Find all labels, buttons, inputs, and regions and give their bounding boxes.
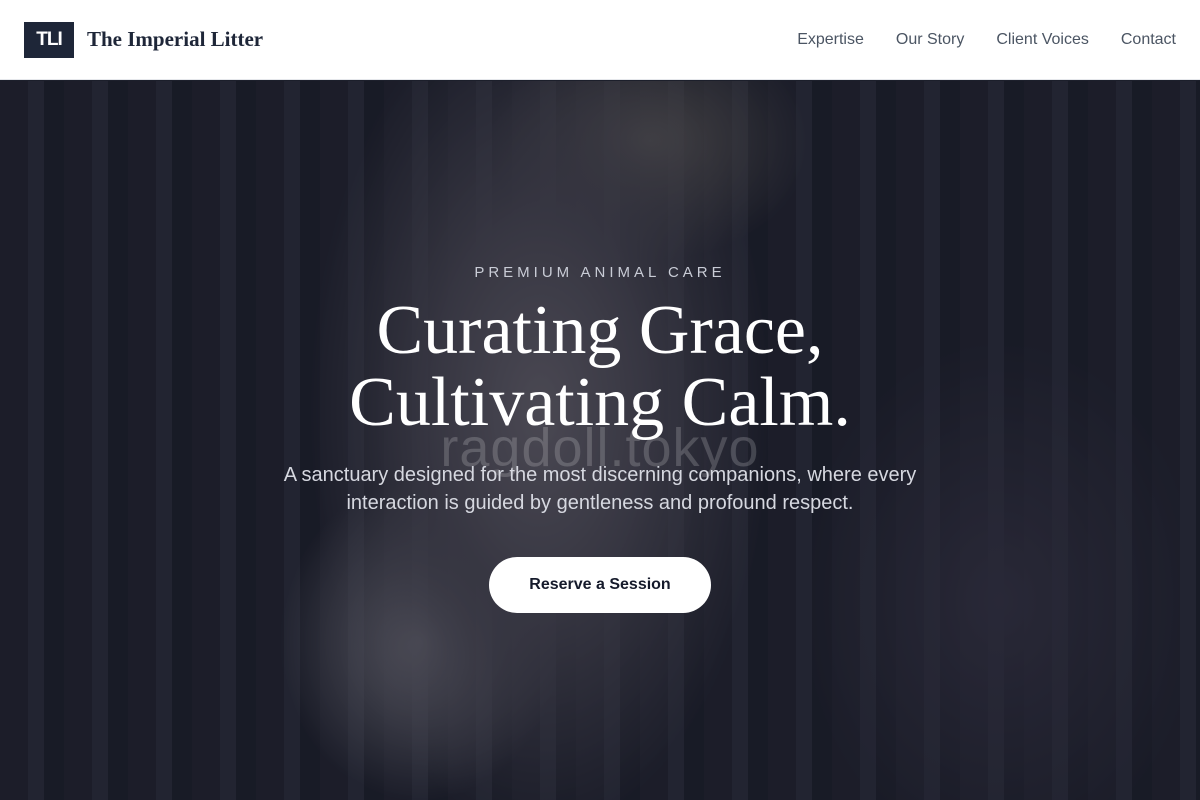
hero-subtext: A sanctuary designed for the most discer… bbox=[283, 464, 917, 514]
nav-link-contact[interactable]: Contact bbox=[1121, 31, 1176, 49]
hero-headline: Curating Grace, Cultivating Calm. bbox=[0, 295, 1200, 439]
hero-section: ragdoll.tokyo PREMIUM ANIMAL CARE Curati… bbox=[0, 81, 1200, 800]
site-header: TLI The Imperial Litter Expertise Our St… bbox=[0, 0, 1200, 80]
main-nav: Expertise Our Story Client Voices Contac… bbox=[765, 31, 1176, 49]
hero-eyebrow: PREMIUM ANIMAL CARE bbox=[474, 264, 726, 281]
hero-content: PREMIUM ANIMAL CARE Curating Grace, Cult… bbox=[0, 81, 1200, 613]
hero-headline-line-1: Curating Grace, bbox=[376, 292, 824, 369]
hero-headline-line-2: Cultivating Calm. bbox=[349, 364, 851, 441]
brand-name[interactable]: The Imperial Litter bbox=[87, 27, 263, 52]
nav-link-expertise[interactable]: Expertise bbox=[797, 31, 864, 49]
nav-link-client-voices[interactable]: Client Voices bbox=[996, 31, 1089, 49]
logo-mark[interactable]: TLI bbox=[24, 21, 74, 58]
nav-link-our-story[interactable]: Our Story bbox=[896, 31, 964, 49]
reserve-session-button[interactable]: Reserve a Session bbox=[489, 557, 711, 613]
brand[interactable]: TLI The Imperial Litter bbox=[24, 21, 263, 58]
